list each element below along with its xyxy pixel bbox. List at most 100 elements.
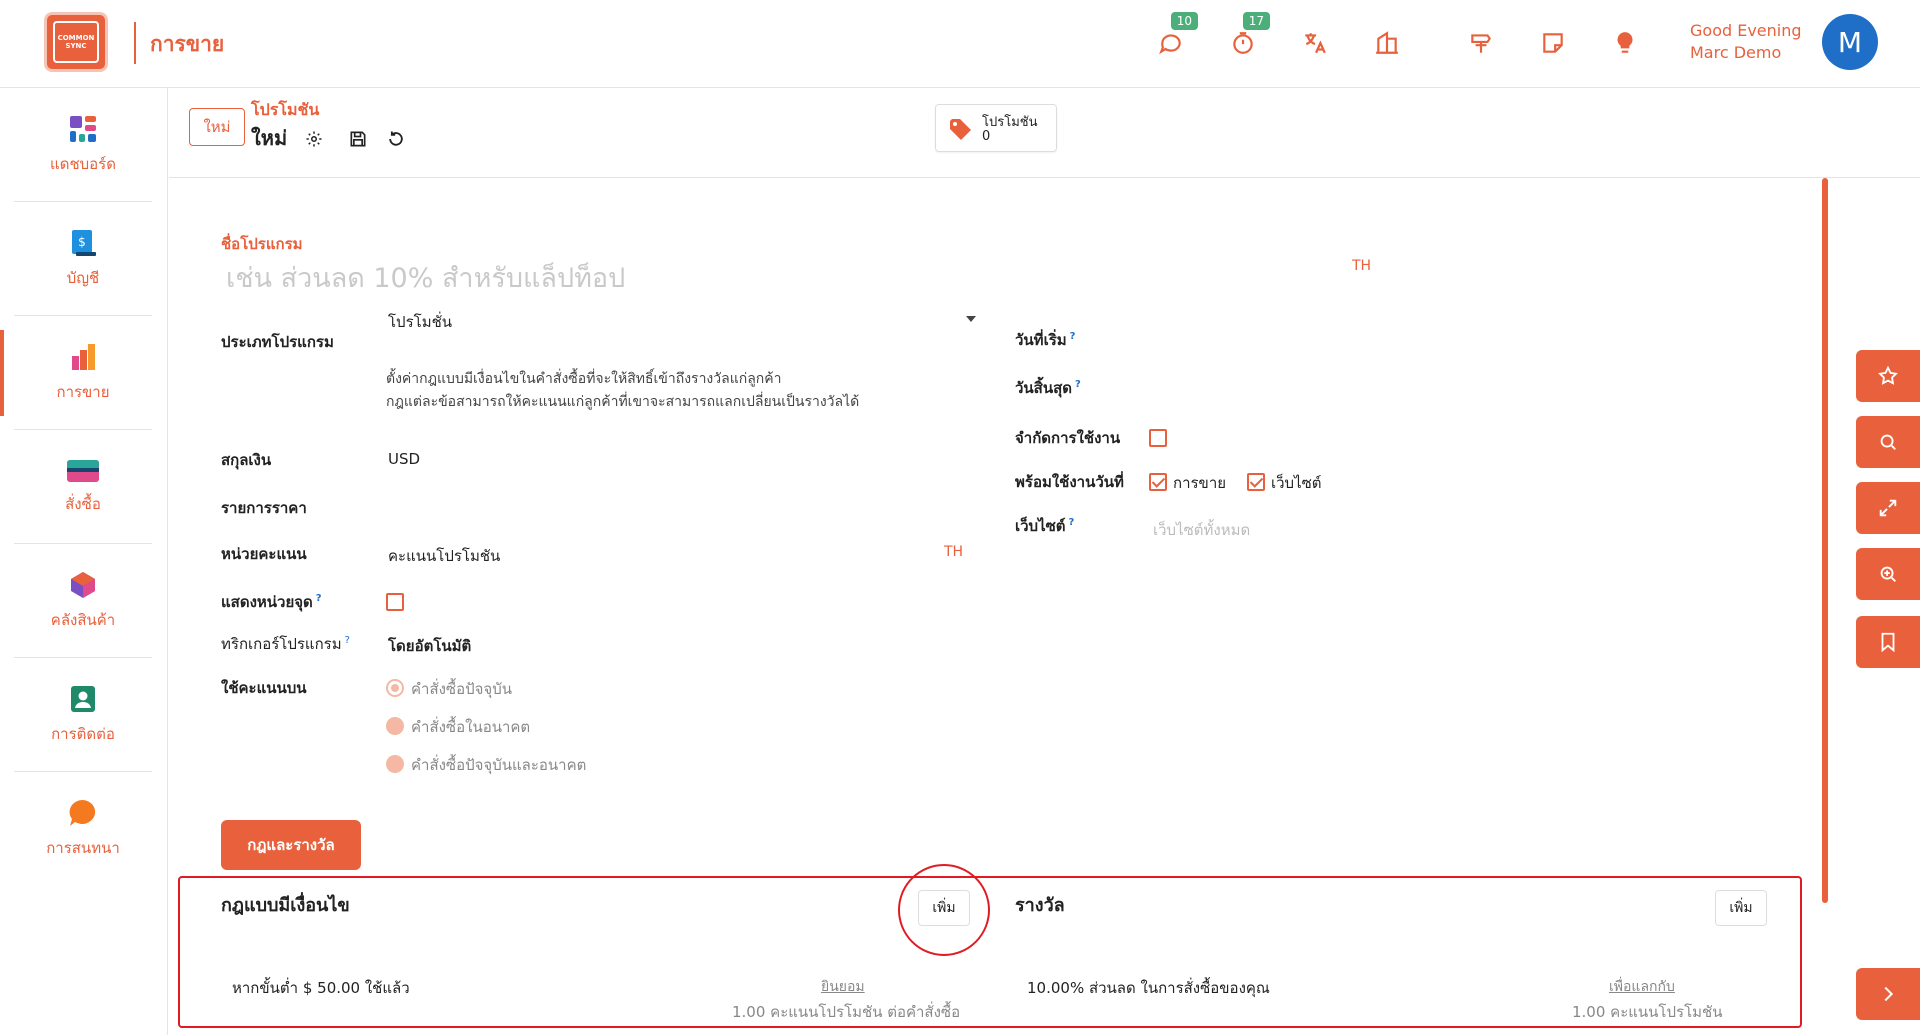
user-name: Marc Demo: [1690, 43, 1782, 62]
help-tooltip-icon[interactable]: ?: [1069, 517, 1075, 528]
help-tooltip-icon[interactable]: ?: [1070, 331, 1076, 342]
rule-grant-link[interactable]: ยินยอม: [821, 976, 865, 998]
start-date-field[interactable]: [1153, 328, 1453, 350]
translate-icon[interactable]: [1300, 28, 1330, 58]
sidebar-item-label: คลังสินค้า: [50, 610, 116, 629]
apply-on-future-radio[interactable]: [386, 717, 404, 735]
top-bar: COMMON SYNC การขาย 10 17 Good Evening Ma…: [0, 0, 1920, 88]
limit-usage-label: จำกัดการใช้งาน: [1015, 429, 1121, 447]
chat-icon[interactable]: 10: [1156, 12, 1198, 58]
purchase-icon: [67, 459, 99, 482]
add-rule-button[interactable]: เพิ่ม: [918, 890, 970, 926]
available-website-checkbox[interactable]: [1247, 473, 1265, 491]
note-icon[interactable]: [1538, 28, 1568, 58]
smart-button-count: 0: [982, 129, 991, 144]
start-date-label: วันที่เริ่ม?: [1015, 328, 1075, 352]
end-date-field[interactable]: [1153, 376, 1453, 398]
new-button[interactable]: ใหม่: [189, 108, 245, 146]
points-unit-field[interactable]: คะแนนโปรโมชัน: [388, 544, 500, 568]
reward-points-text: 1.00 คะแนนโปรโมชัน: [1572, 1003, 1723, 1021]
program-type-select[interactable]: โปรโมชั่น: [386, 306, 976, 334]
apply-on-current-label[interactable]: คำสั่งซื้อปัจจุบัน: [411, 677, 512, 701]
bookmark-button[interactable]: [1856, 616, 1920, 668]
greeting: Good Evening Marc Demo: [1690, 20, 1802, 64]
limit-usage-checkbox[interactable]: [1149, 429, 1167, 447]
apply-on-current-radio[interactable]: [386, 679, 404, 697]
breadcrumb-current: ใหม่: [251, 126, 288, 150]
sidebar-item-label: บัญชี: [66, 268, 100, 287]
promotion-smart-button[interactable]: โปรโมชัน 0: [935, 104, 1057, 152]
program-name-lang[interactable]: TH: [1352, 258, 1371, 274]
apply-on-both-label[interactable]: คำสั่งซื้อปัจจุบันและอนาคต: [411, 753, 586, 777]
accounting-icon: $: [72, 229, 96, 256]
help-tooltip-icon[interactable]: ?: [345, 635, 350, 646]
logo-separator: [134, 22, 136, 64]
dashboard-icon: [70, 115, 96, 142]
help-tooltip-icon[interactable]: ?: [1075, 379, 1081, 390]
pricelist-field[interactable]: [388, 496, 958, 518]
signpost-icon[interactable]: [1466, 28, 1496, 58]
website-text: เว็บไซต์: [1015, 517, 1066, 535]
form-sheet: ชื่อโปรแกรม เช่น ส่วนลด 10% สำหรับแล็ปท็…: [169, 178, 1819, 1035]
app-logo[interactable]: COMMON SYNC: [44, 12, 108, 72]
rule-condition-text[interactable]: หากขั้นต่ำ $ 50.00 ใช้แล้ว: [232, 976, 410, 1000]
available-website-label[interactable]: เว็บไซต์: [1271, 471, 1322, 495]
discard-icon[interactable]: [385, 128, 407, 150]
discuss-icon: [69, 799, 96, 826]
chevron-down-icon: [966, 316, 976, 322]
trigger-field[interactable]: โดยอัตโนมัติ: [388, 634, 471, 658]
add-reward-button[interactable]: เพิ่ม: [1715, 890, 1767, 926]
rewards-title: รางวัล: [1015, 895, 1065, 916]
points-unit-lang[interactable]: TH: [944, 544, 963, 560]
avatar[interactable]: M: [1822, 14, 1878, 70]
zoom-in-button[interactable]: [1856, 548, 1920, 600]
gear-icon[interactable]: [303, 128, 325, 150]
show-points-checkbox[interactable]: [386, 593, 404, 611]
timer-icon[interactable]: 17: [1228, 12, 1270, 58]
chat-badge: 10: [1170, 12, 1198, 30]
form-scrollbar[interactable]: [1822, 178, 1828, 903]
available-sales-label[interactable]: การขาย: [1173, 471, 1226, 495]
sidebar-active-indicator: [0, 330, 4, 416]
available-sales-checkbox[interactable]: [1149, 473, 1167, 491]
conditional-rules-title: กฎแบบมีเงื่อนไข: [221, 895, 350, 916]
help-tooltip-icon[interactable]: ?: [316, 593, 322, 604]
reward-text[interactable]: 10.00% ส่วนลด ในการสั่งซื้อของคุณ: [1027, 976, 1270, 1000]
greeting-line-1: Good Evening: [1690, 21, 1802, 40]
apply-on-future-label[interactable]: คำสั่งซื้อในอนาคต: [411, 715, 530, 739]
save-icon[interactable]: [347, 128, 369, 150]
control-panel: ใหม่ โปรโมชัน ใหม่ โปรโมชัน 0: [169, 88, 1920, 178]
sidebar-item-discuss[interactable]: การสนทนา: [14, 772, 152, 886]
next-button[interactable]: [1856, 968, 1920, 1020]
sidebar-item-purchase[interactable]: สั่งซื้อ: [14, 430, 152, 544]
svg-text:$: $: [78, 235, 86, 249]
sidebar: แดชบอร์ด $ บัญชี การขาย สั่งซื้อ คลังสิน…: [0, 88, 168, 1035]
rules-rewards-highlight: [178, 876, 1802, 1028]
end-date-label: วันสิ้นสุด?: [1015, 376, 1081, 400]
reward-exchange-link[interactable]: เพื่อแลกกับ: [1609, 976, 1675, 998]
zoom-in-icon: [1880, 566, 1896, 582]
program-name-input[interactable]: เช่น ส่วนลด 10% สำหรับแล็ปท็อป: [226, 256, 625, 299]
building-icon[interactable]: [1372, 28, 1402, 58]
apply-on-both-radio[interactable]: [386, 755, 404, 773]
sidebar-item-dashboard[interactable]: แดชบอร์ด: [14, 88, 152, 202]
expand-button[interactable]: [1856, 482, 1920, 534]
sidebar-item-label: การติดต่อ: [51, 724, 115, 743]
sidebar-item-contacts[interactable]: การติดต่อ: [14, 658, 152, 772]
currency-field[interactable]: USD: [388, 450, 420, 468]
tab-rules-rewards[interactable]: กฎและรางวัล: [221, 820, 361, 870]
available-on-label: พร้อมใช้งานวันที่: [1015, 473, 1124, 491]
inventory-icon: [71, 571, 95, 598]
website-field[interactable]: เว็บไซต์ทั้งหมด: [1153, 518, 1250, 542]
lightbulb-icon[interactable]: [1610, 28, 1640, 58]
trigger-label: ทริกเกอร์โปรแกรม?: [221, 632, 350, 656]
sidebar-item-accounting[interactable]: $ บัญชี: [14, 202, 152, 316]
apply-on-label: ใช้คะแนนบน: [221, 679, 307, 697]
app-title: การขาย: [150, 32, 225, 56]
star-button[interactable]: [1856, 350, 1920, 402]
sidebar-item-sales[interactable]: การขาย: [14, 316, 152, 430]
star-icon: [1877, 365, 1899, 385]
breadcrumb-parent[interactable]: โปรโมชัน: [251, 98, 319, 123]
sidebar-item-inventory[interactable]: คลังสินค้า: [14, 544, 152, 658]
search-button[interactable]: [1856, 416, 1920, 468]
